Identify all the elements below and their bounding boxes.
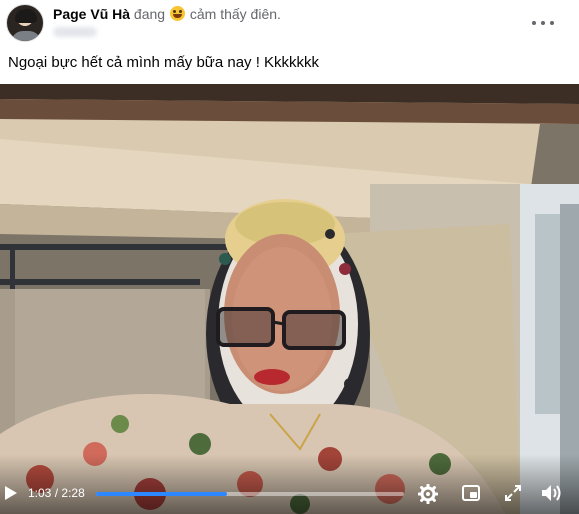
video-player[interactable]: 1:03 / 2:28	[0, 84, 579, 514]
video-time: 1:03 / 2:28	[28, 486, 85, 500]
time-total: 2:28	[61, 486, 85, 500]
more-dot-icon	[532, 21, 536, 25]
post-caption: Ngoại bực hết cả mình mấy bữa nay ! Kkkk…	[8, 54, 320, 71]
time-separator: /	[54, 486, 59, 500]
avatar-shirt	[11, 31, 41, 41]
more-options-button[interactable]	[532, 14, 554, 32]
progress-bar[interactable]	[96, 492, 404, 496]
action-prefix: đang	[133, 6, 166, 22]
video-controls: 1:03 / 2:28	[0, 454, 579, 514]
post-header-line: Page Vũ Hà đang cảm thấy điên.	[53, 6, 281, 22]
feeling-text: cảm thấy điên.	[189, 6, 281, 22]
feeling-emoji-icon	[169, 6, 185, 21]
more-dot-icon	[541, 21, 545, 25]
play-icon[interactable]	[4, 485, 18, 501]
post-meta-blurred	[53, 27, 97, 37]
picture-in-picture-icon[interactable]	[462, 485, 480, 501]
volume-icon[interactable]	[541, 484, 563, 502]
controls-gradient	[0, 454, 579, 514]
more-dot-icon	[550, 21, 554, 25]
video-frame	[0, 84, 579, 514]
author-avatar[interactable]	[6, 4, 44, 42]
avatar-hair	[15, 9, 37, 23]
fullscreen-icon[interactable]	[505, 485, 521, 501]
progress-fill	[96, 492, 228, 496]
time-current: 1:03	[28, 486, 52, 500]
gear-icon[interactable]	[418, 484, 438, 504]
author-name[interactable]: Page Vũ Hà	[53, 6, 130, 22]
post-header: Page Vũ Hà đang cảm thấy điên.	[0, 0, 579, 48]
